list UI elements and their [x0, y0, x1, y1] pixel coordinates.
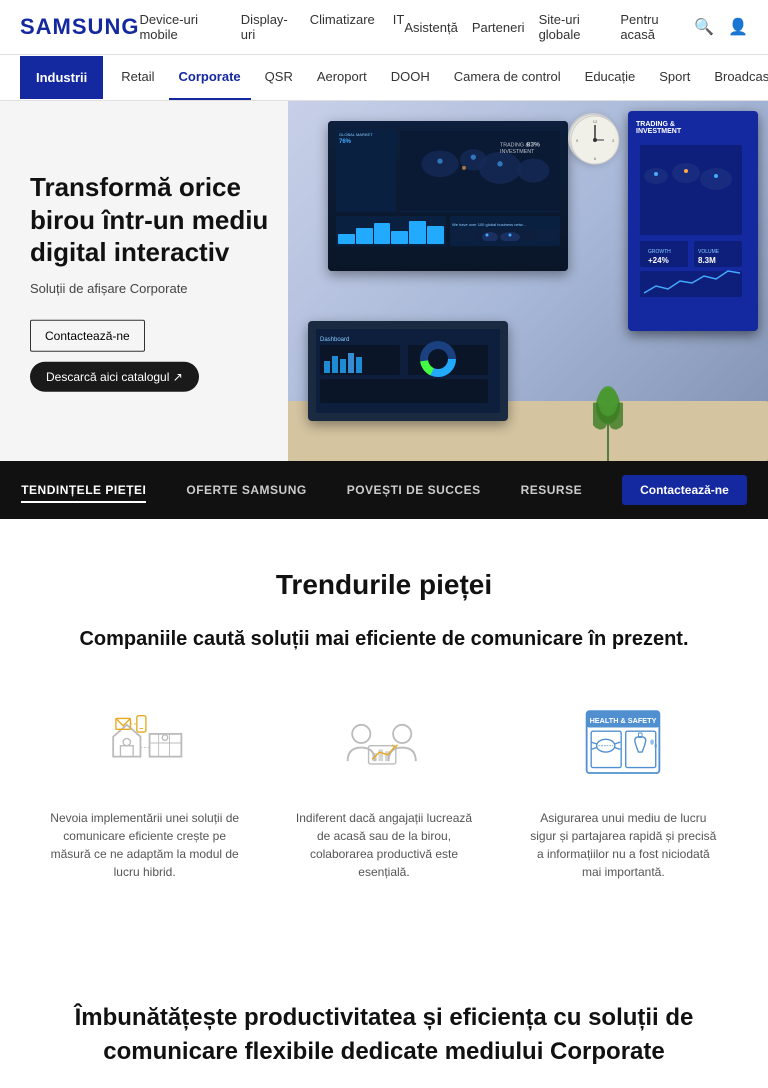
top-nav: SAMSUNG Device-uri mobile Display-uri Cl… — [0, 0, 768, 55]
nav-educatie[interactable]: Educație — [575, 55, 646, 100]
svg-text:GROWTH: GROWTH — [648, 249, 671, 255]
svg-text:8.3M: 8.3M — [698, 256, 716, 265]
hero-section: Transformă orice birou într-un mediu dig… — [0, 101, 768, 461]
trend-item-health: HEALTH & SAFETY — [519, 693, 728, 881]
main-nav-links: Device-uri mobile Display-uri Climatizar… — [139, 12, 404, 42]
bottom-section: Îmbunătățește productivitatea și eficien… — [0, 961, 768, 1088]
trends-subtitle: Companiile caută soluții mai eficiente d… — [44, 625, 724, 653]
trend-collab-text: Indiferent dacă angajații lucrează de ac… — [289, 809, 478, 881]
hero-bottom-nav: TENDINȚELE PIEȚEI OFERTE SAMSUNG POVEȘTI… — [0, 461, 768, 519]
hnav-tendinte[interactable]: TENDINȚELE PIEȚEI — [21, 483, 146, 497]
hero-image: GLOBAL MARKET 76% — [288, 101, 768, 461]
svg-text:12: 12 — [593, 119, 598, 124]
svg-text:TRADING &: TRADING & — [500, 143, 529, 149]
trend-health-text: Asigurarea unui mediu de lucru sigur și … — [529, 809, 718, 881]
industrii-label: Industrii — [20, 56, 103, 99]
download-button[interactable]: Descarcă aici catalogul ↗ — [30, 361, 199, 391]
trends-grid: Nevoia implementării unei soluții de com… — [40, 693, 728, 881]
plant-decoration — [593, 381, 623, 461]
health-safety-icon: HEALTH & SAFETY — [563, 693, 683, 793]
hnav-resurse[interactable]: RESURSE — [521, 483, 583, 497]
nav-device-uri[interactable]: Device-uri mobile — [139, 12, 222, 42]
nav-camera[interactable]: Camera de control — [444, 55, 571, 100]
hero-buttons: Contactează-ne Descarcă aici catalogul ↗ — [30, 319, 310, 391]
nav-corporate[interactable]: Corporate — [169, 55, 251, 100]
clock-decoration: 12 3 6 9 — [568, 113, 618, 163]
nav-aeroport[interactable]: Aeroport — [307, 55, 377, 100]
hybrid-work-icon — [85, 693, 205, 793]
hero-content: Transformă orice birou într-un mediu dig… — [30, 171, 310, 392]
trend-hybrid-text: Nevoia implementării unei soluții de com… — [50, 809, 239, 881]
hnav-oferte[interactable]: OFERTE SAMSUNG — [186, 483, 306, 497]
trends-title: Trendurile pieței — [40, 569, 728, 601]
samsung-logo: SAMSUNG — [20, 14, 139, 40]
nav-asistenta[interactable]: Asistență — [404, 20, 457, 35]
nav-site-uri[interactable]: Site-uri globale — [539, 12, 607, 42]
nav-parteneri[interactable]: Parteneri — [472, 20, 525, 35]
nav-broadcasting[interactable]: Broadcasting — [704, 55, 768, 100]
bottom-title: Îmbunătățește productivitatea și eficien… — [64, 1001, 704, 1068]
svg-text:HEALTH & SAFETY: HEALTH & SAFETY — [590, 716, 657, 725]
hero-title: Transformă orice birou într-un mediu dig… — [30, 171, 310, 269]
svg-text:Dashboard: Dashboard — [320, 337, 349, 343]
hnav-povesti[interactable]: POVEȘTI DE SUCCES — [347, 483, 481, 497]
trend-item-hybrid: Nevoia implementării unei soluții de com… — [40, 693, 249, 881]
nav-sport[interactable]: Sport — [649, 55, 700, 100]
svg-text:INVESTMENT: INVESTMENT — [500, 149, 535, 155]
nav-qsr[interactable]: QSR — [255, 55, 303, 100]
svg-text:+24%: +24% — [648, 256, 669, 265]
hero-subtitle: Soluții de afișare Corporate — [30, 280, 310, 295]
collaboration-icon — [324, 693, 444, 793]
nav-climatizare[interactable]: Climatizare — [310, 12, 375, 42]
trends-section: Trendurile pieței Companiile caută soluț… — [0, 519, 768, 961]
sub-nav: Industrii Retail Corporate QSR Aeroport … — [0, 55, 768, 101]
monitor-main: GLOBAL MARKET 76% — [328, 121, 568, 271]
monitor-tall: TRADING &INVESTMENT G — [628, 111, 758, 331]
monitor-curved: Dashboard — [308, 321, 508, 421]
trend-item-collab: Indiferent dacă angajații lucrează de ac… — [279, 693, 488, 881]
nav-display-uri[interactable]: Display-uri — [241, 12, 292, 42]
nav-it[interactable]: IT — [393, 12, 405, 42]
top-nav-right: Asistență Parteneri Site-uri globale Pen… — [404, 12, 748, 42]
hero-cta-button[interactable]: Contactează-ne — [622, 475, 747, 505]
nav-dooh[interactable]: DOOH — [381, 55, 440, 100]
industrii-nav: Retail Corporate QSR Aeroport DOOH Camer… — [103, 55, 768, 100]
svg-text:VOLUME: VOLUME — [698, 249, 720, 255]
nav-pentru-acasa[interactable]: Pentru acasă — [620, 12, 680, 42]
user-icon[interactable]: 👤 — [728, 17, 748, 37]
contact-button[interactable]: Contactează-ne — [30, 319, 145, 351]
search-icon[interactable]: 🔍 — [694, 17, 714, 37]
nav-retail[interactable]: Retail — [111, 55, 164, 100]
